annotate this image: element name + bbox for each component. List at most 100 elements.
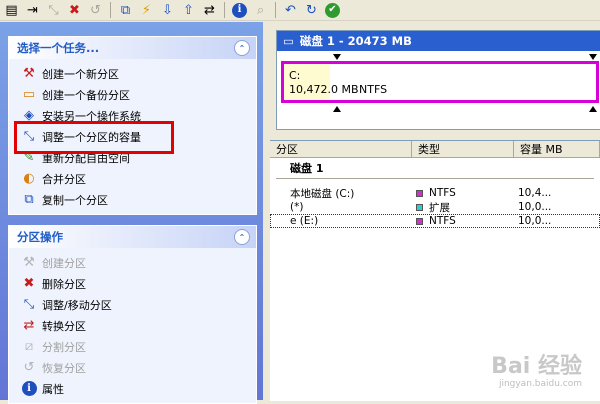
column-header-type[interactable]: 类型 (412, 141, 514, 157)
task-item[interactable]: ▭ 创建一个备份分区 (21, 84, 256, 105)
partition-size-cell: 10,4... (518, 187, 552, 199)
partition-op-item: ⚒ 创建分区 (21, 252, 256, 273)
task-item-label: 安装另一个操作系统 (42, 109, 141, 123)
apply-button[interactable]: ✔ (323, 1, 342, 19)
task-item[interactable]: ◐ 合并分区 (21, 168, 256, 189)
partition-op-item[interactable]: i 属性 (21, 378, 256, 399)
partition-op-item[interactable]: ✖ 删除分区 (21, 273, 256, 294)
task-item-label: 合并分区 (42, 172, 86, 186)
split-icon: ⧄ (24, 339, 34, 354)
label-icon: ⇧ (183, 2, 194, 18)
toolbar-separator (110, 2, 111, 18)
partition-op-item-label: 属性 (42, 382, 64, 396)
convert-partition-icon: ⇄ (23, 318, 35, 333)
partition-list: 分区 类型 容量 MB 磁盘 1 本地磁盘 (C:) NTFS 10,4... (*)… (270, 140, 600, 401)
toolbar: ▤ ⇥ ⤡ ✖ ↺ ⧉ ⚡ ⇩ ⇧ ⇄ i ⌕ ↶ ↻ ✔ (0, 0, 600, 21)
list-header: 分区 类型 容量 MB (270, 141, 600, 158)
table-row[interactable]: 本地磁盘 (C:) NTFS 10,4... (270, 186, 600, 200)
partition-op-item[interactable]: ⤡ 调整/移动分区 (21, 294, 256, 315)
resize-button[interactable]: ⤡ (44, 1, 63, 19)
task-item[interactable]: ◈ 安装另一个操作系统 (21, 105, 256, 126)
partition-type-label: 扩展 (429, 201, 450, 214)
info-icon: i (232, 2, 247, 18)
partition-boundary-marker (589, 54, 597, 60)
info-icon: i (21, 381, 37, 397)
partition-drive-letter: C: (289, 69, 301, 82)
type-color-swatch (416, 217, 423, 225)
tasks-panel-header[interactable]: 选择一个任务... ⌃ (9, 37, 256, 59)
baidu-watermark: Bai 经验 jingyan.baidu.com (491, 356, 582, 389)
disk-title: 磁盘 1 - 20473 MB (299, 34, 412, 48)
undo-icon: ↶ (285, 2, 296, 18)
undo-gray-icon: ↺ (90, 2, 101, 18)
task-item-label: 创建一个备份分区 (42, 88, 130, 102)
copy-partition-icon: ⧉ (24, 192, 34, 207)
info-button[interactable]: i (230, 1, 249, 19)
convert-button[interactable]: ⇄ (200, 1, 219, 19)
label-button[interactable]: ⇧ (179, 1, 198, 19)
task-item[interactable]: ⚒ 创建一个新分区 (21, 63, 256, 84)
pane-divider[interactable] (263, 22, 270, 400)
partition-boundary-marker (333, 106, 341, 112)
toolbar-separator (275, 2, 276, 18)
undo-button[interactable]: ↶ (281, 1, 300, 19)
tasks-panel-title: 选择一个任务... (17, 41, 100, 55)
partition-type-cell: NTFS (412, 215, 514, 227)
partition-op-item-label: 删除分区 (42, 277, 86, 291)
convert-icon: ⇄ (204, 2, 215, 18)
disk-header[interactable]: ▭ 磁盘 1 - 20473 MB (277, 31, 600, 51)
flash-icon: ⚡ (141, 2, 152, 18)
partition-boundary-marker (589, 106, 597, 112)
task-item[interactable]: ⧉ 复制一个分区 (21, 189, 256, 210)
new-partition-icon: ⚒ (23, 66, 35, 81)
partition-op-item: ↺ 恢复分区 (21, 357, 256, 378)
redistribute-icon: ✎ (23, 150, 35, 165)
partition-op-item-label: 调整/移动分区 (42, 298, 112, 312)
task-item[interactable]: ✎ 重新分配自由空间 (21, 147, 256, 168)
type-color-swatch (416, 189, 423, 197)
type-color-swatch (416, 203, 423, 211)
resize-icon: ⤡ (48, 2, 59, 18)
search-button[interactable]: ⌕ (251, 1, 270, 19)
flash-button[interactable]: ⚡ (137, 1, 156, 19)
partition-op-item[interactable]: ⇄ 转换分区 (21, 315, 256, 336)
watermark-url: jingyan.baidu.com (498, 379, 582, 389)
partition-type-cell: NTFS (412, 187, 514, 199)
disk-map: ▭ 磁盘 1 - 20473 MB C: 10,472.0 MB NTFS (276, 30, 600, 130)
watermark-main: Bai 经验 (491, 354, 582, 379)
table-row[interactable]: (*) 扩展 10,0... (270, 200, 600, 214)
column-header-partition[interactable]: 分区 (270, 141, 412, 157)
task-item[interactable]: ⤡ 调整一个分区的容量 (21, 126, 256, 147)
collapse-chevron-icon[interactable]: ⌃ (234, 229, 250, 245)
partition-op-item-label: 转换分区 (42, 319, 86, 333)
format-button[interactable]: ⇩ (158, 1, 177, 19)
disk-pane: ▭ 磁盘 1 - 20473 MB C: 10,472.0 MB NTFS 分区… (270, 22, 600, 401)
delete-partition-icon: ✖ (23, 276, 35, 291)
partition-ops-panel: 分区操作 ⌃ ⚒ 创建分区 ✖ 删除分区 ⤡ 调整/移动分区 ⇄ 转换分区 ⧄ 分割分区 ↺ 恢复分区… (8, 225, 257, 404)
copy-icon: ⧉ (120, 2, 131, 18)
create-partition-button[interactable]: ▤ (2, 1, 21, 19)
merge-icon: ◐ (23, 171, 35, 186)
disk-group-label[interactable]: 磁盘 1 (276, 158, 594, 179)
partition-op-item-label: 恢复分区 (42, 361, 86, 375)
copy-button[interactable]: ⧉ (116, 1, 135, 19)
partition-op-item-label: 创建分区 (42, 256, 86, 270)
install-os-icon: ◈ (24, 108, 34, 123)
resize-move-icon: ⤡ (23, 297, 35, 312)
delete-icon: ✖ (69, 2, 80, 18)
column-header-size[interactable]: 容量 MB (514, 141, 600, 157)
delete-button[interactable]: ✖ (65, 1, 84, 19)
undo-gray-button[interactable]: ↺ (86, 1, 105, 19)
redo-button[interactable]: ↻ (302, 1, 321, 19)
partition-name-cell: 本地磁盘 (C:) (290, 187, 355, 200)
move-button[interactable]: ⇥ (23, 1, 42, 19)
partition-type-cell: 扩展 (412, 200, 514, 215)
partition-boundary-marker (333, 54, 341, 60)
partition-block-c[interactable]: C: 10,472.0 MB NTFS (281, 61, 599, 103)
backup-partition-icon: ▭ (22, 87, 36, 102)
partition-filesystem: NTFS (359, 83, 388, 96)
collapse-chevron-icon[interactable]: ⌃ (234, 40, 250, 56)
table-row[interactable]: e (E:) NTFS 10,0... (270, 214, 600, 228)
partition-ops-header[interactable]: 分区操作 ⌃ (9, 226, 256, 248)
partition-type-label: NTFS (429, 215, 456, 227)
